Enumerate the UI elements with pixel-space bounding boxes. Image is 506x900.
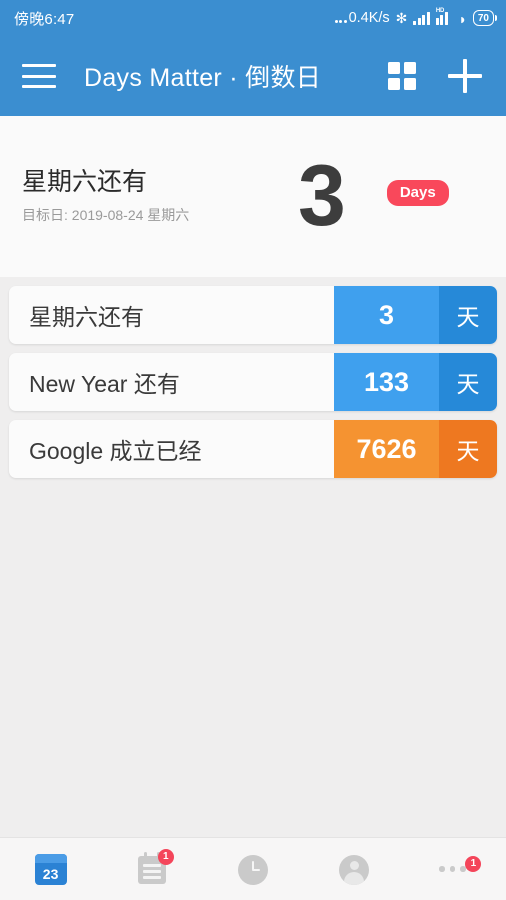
- status-bar-indicators: 0.4K/s ✻ HD ◗ 70: [334, 8, 497, 27]
- signal-bars-icon: [413, 11, 430, 25]
- countdown-list: 星期六还有 3 天 New Year 还有 133 天 Google 成立已经 …: [0, 277, 506, 478]
- nav-tab-events[interactable]: 23: [0, 838, 101, 900]
- list-item-title: New Year 还有: [29, 371, 180, 397]
- profile-avatar-icon: [339, 855, 370, 885]
- clock-icon: [238, 855, 268, 885]
- grid-view-icon[interactable]: [388, 62, 416, 90]
- ellipsis-icon: [334, 20, 347, 26]
- calendar-icon: 23: [34, 854, 67, 885]
- list-item-unit: 天: [439, 286, 497, 344]
- hd-label: HD: [435, 8, 444, 14]
- status-bar: 傍晚6:47 0.4K/s ✻ HD ◗ 70: [0, 0, 506, 36]
- list-item[interactable]: Google 成立已经 7626 天: [9, 420, 497, 478]
- network-speed: 0.4K/s: [334, 10, 390, 26]
- list-item-title: Google 成立已经: [29, 438, 202, 464]
- featured-text-block: 星期六还有 目标日: 2019-08-24 星期六: [22, 168, 298, 226]
- page-title: Days Matter · 倒数日: [84, 64, 322, 92]
- notes-badge: 1: [157, 849, 174, 865]
- nav-tab-profile[interactable]: [304, 838, 405, 900]
- featured-countdown-card[interactable]: 星期六还有 目标日: 2019-08-24 星期六 3 Days: [0, 116, 506, 277]
- hamburger-menu-icon[interactable]: [22, 64, 56, 88]
- list-item-unit: 天: [439, 420, 497, 478]
- more-dots-icon: [439, 866, 466, 872]
- hd-signal-bars-icon: HD: [435, 8, 453, 25]
- featured-title: 星期六还有: [22, 167, 148, 196]
- list-item-unit: 天: [439, 353, 497, 411]
- battery-indicator: 70: [472, 10, 497, 26]
- nav-tab-more[interactable]: 1: [405, 838, 506, 900]
- wifi-icon: ◗: [458, 11, 467, 27]
- status-bar-time: 傍晚6:47: [14, 10, 75, 28]
- bluetooth-icon: ✻: [395, 10, 408, 26]
- more-badge: 1: [465, 856, 482, 872]
- list-item-count: 133: [334, 353, 439, 411]
- bottom-navigation-bar: 23 1 1: [0, 837, 506, 900]
- network-speed-value: 0.4K/s: [348, 10, 390, 26]
- list-item-count: 3: [334, 286, 439, 344]
- nav-tab-history[interactable]: [202, 838, 303, 900]
- calendar-day-number: 23: [42, 866, 59, 882]
- nav-tab-notes[interactable]: 1: [101, 838, 202, 900]
- add-plus-icon[interactable]: [448, 59, 482, 93]
- app-bar: Days Matter · 倒数日: [0, 36, 506, 116]
- list-item-count: 7626: [334, 420, 439, 478]
- list-item-title: 星期六还有: [29, 304, 144, 330]
- list-item[interactable]: New Year 还有 133 天: [9, 353, 497, 411]
- featured-day-count: 3: [298, 147, 346, 244]
- featured-target-date: 目标日: 2019-08-24 星期六: [22, 207, 190, 224]
- days-unit-badge: Days: [386, 179, 449, 206]
- list-item[interactable]: 星期六还有 3 天: [9, 286, 497, 344]
